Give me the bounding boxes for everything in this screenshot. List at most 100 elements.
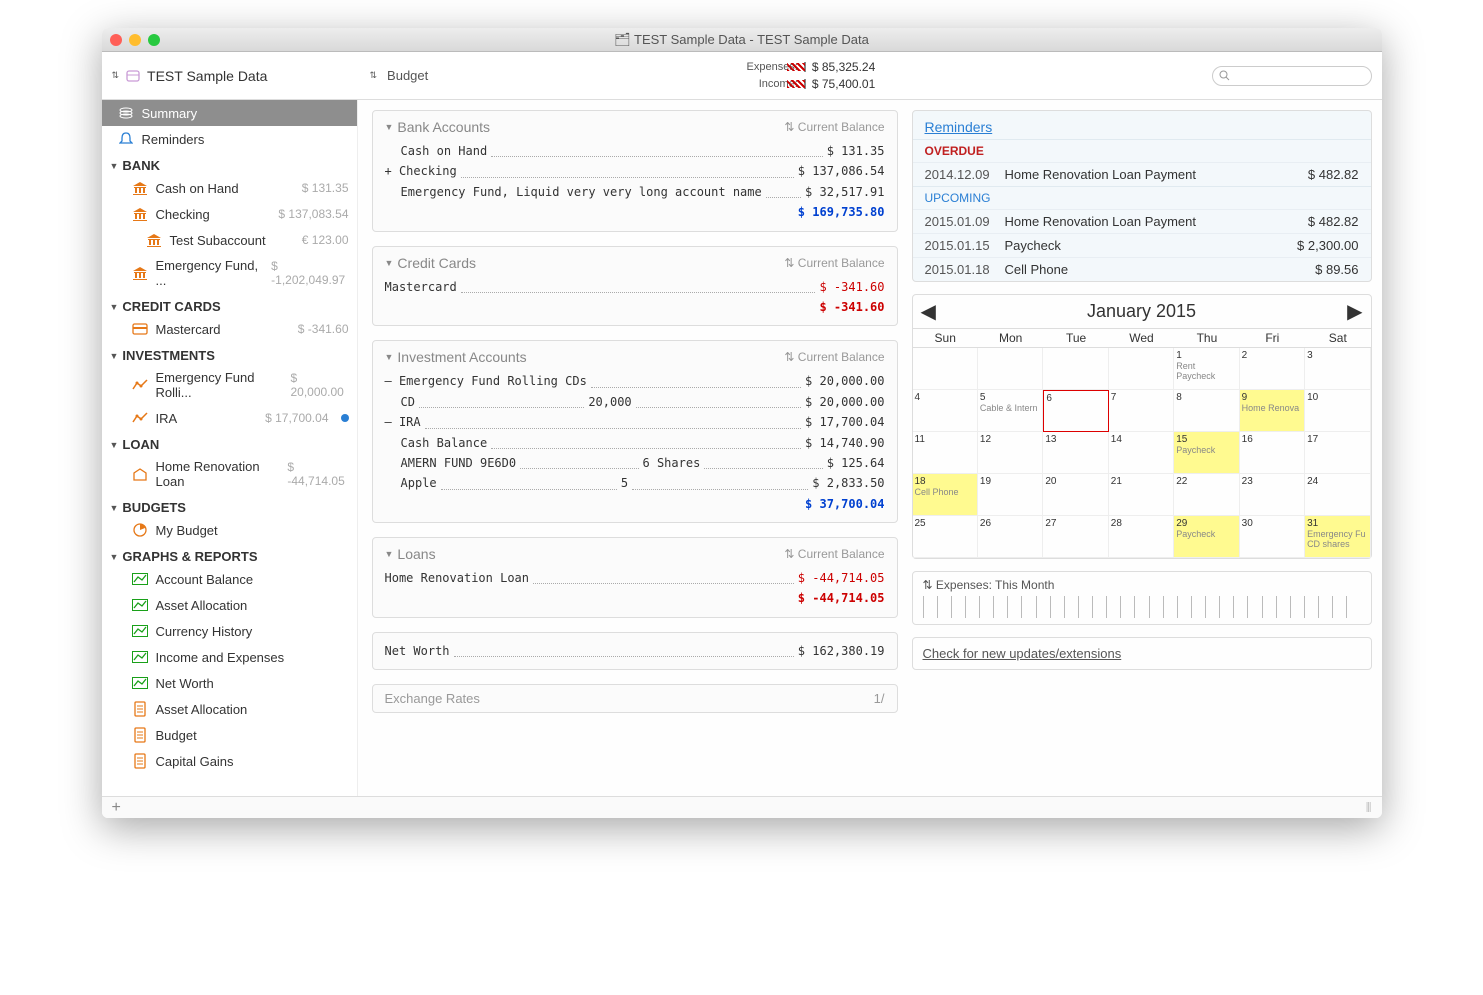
source-sort-icon[interactable]: ⇅ [112,70,120,81]
calendar-cell[interactable]: 15Paycheck [1174,432,1239,474]
collapse-icon[interactable]: ▼ [385,352,394,362]
calendar-cell[interactable]: 24 [1305,474,1370,516]
calendar-cell[interactable]: 3 [1305,348,1370,390]
collapse-icon[interactable]: ▼ [385,549,394,559]
calendar-cell[interactable] [913,348,978,390]
sidebar-loan-header[interactable]: ▼LOAN [102,431,357,454]
search-input[interactable] [1212,66,1372,86]
item-label: Checking [156,207,210,222]
sidebar-item[interactable]: Mastercard$ -341.60 [102,316,357,342]
income-bar[interactable] [804,79,806,89]
account-row[interactable]: + Checking$ 137,086.54 [385,161,885,181]
sidebar-item[interactable]: Cash on Hand$ 131.35 [102,175,357,201]
calendar-cell[interactable]: 2 [1240,348,1305,390]
sidebar-report[interactable]: Asset Allocation [102,592,357,618]
calendar-cell[interactable]: 19 [978,474,1043,516]
calendar-cell[interactable]: 29Paycheck [1174,516,1239,558]
reminder-row[interactable]: 2014.12.09Home Renovation Loan Payment$ … [913,162,1371,186]
sidebar-item[interactable]: Test Subaccount€ 123.00 [102,227,357,253]
sidebar-budgets-header[interactable]: ▼BUDGETS [102,494,357,517]
calendar-cell[interactable]: 9Home Renova [1240,390,1305,432]
account-row[interactable]: Emergency Fund, Liquid very very long ac… [385,182,885,202]
calendar-cell[interactable]: 13 [1043,432,1108,474]
calendar-cell[interactable]: 16 [1240,432,1305,474]
calendar-cell[interactable]: 18Cell Phone [913,474,978,516]
account-row[interactable]: CD20,000$ 20,000.00 [385,392,885,412]
budget-sort-icon[interactable]: ⇅ [370,70,378,81]
add-button[interactable]: + [112,799,121,817]
calendar-cell[interactable]: 23 [1240,474,1305,516]
sidebar-item[interactable]: Checking$ 137,083.54 [102,201,357,227]
calendar-cell[interactable]: 8 [1174,390,1239,432]
sidebar-item[interactable]: Emergency Fund, ...$ -1,202,049.97 [102,253,357,293]
sidebar-item[interactable]: My Budget [102,517,357,543]
account-row[interactable]: — Emergency Fund Rolling CDs$ 20,000.00 [385,371,885,391]
account-row[interactable]: Apple5$ 2,833.50 [385,473,885,493]
status-dot [341,414,349,422]
chevron-down-icon: ▼ [110,302,119,312]
account-row[interactable]: Mastercard$ -341.60 [385,277,885,297]
calendar-cell[interactable]: 27 [1043,516,1108,558]
calendar-cell[interactable]: 31Emergency FuCD shares [1305,516,1370,558]
sidebar-reminders[interactable]: Reminders [102,126,357,152]
calendar-cell[interactable]: 6 [1043,390,1108,432]
inv-icon [132,410,148,426]
sidebar-summary[interactable]: Summary [102,100,357,126]
calendar-cell[interactable] [1043,348,1108,390]
item-amount: $ 17,700.04 [265,411,328,425]
sidebar-cc-header[interactable]: ▼CREDIT CARDS [102,293,357,316]
sidebar-report[interactable]: Capital Gains [102,748,357,774]
sidebar-report[interactable]: Currency History [102,618,357,644]
calendar-cell[interactable]: 4 [913,390,978,432]
calendar-cell[interactable]: 5Cable & Intern [978,390,1043,432]
calendar-cell[interactable]: 10 [1305,390,1370,432]
calendar-cell[interactable]: 1RentPaycheck [1174,348,1239,390]
sidebar-report[interactable]: Asset Allocation [102,696,357,722]
sidebar-report[interactable]: Income and Expenses [102,644,357,670]
calendar-cell[interactable] [978,348,1043,390]
sidebar-bank-header[interactable]: ▼BANK [102,152,357,175]
calendar-cell[interactable]: 26 [978,516,1043,558]
account-row[interactable]: Cash on Hand$ 131.35 [385,141,885,161]
sidebar-inv-header[interactable]: ▼INVESTMENTS [102,342,357,365]
item-amount: $ 131.35 [302,181,349,195]
account-row[interactable]: Cash Balance$ 14,740.90 [385,433,885,453]
item-label: Emergency Fund, ... [156,258,264,288]
calendar-cell[interactable]: 28 [1109,516,1174,558]
calendar-cell[interactable]: 14 [1109,432,1174,474]
reminders-title[interactable]: Reminders [913,111,1371,139]
calendar-cell[interactable]: 25 [913,516,978,558]
budget-label[interactable]: Budget [387,68,428,83]
calendar-cell[interactable]: 22 [1174,474,1239,516]
expenses-bar[interactable] [804,62,806,72]
sidebar-item[interactable]: IRA$ 17,700.04 [102,405,357,431]
calendar-cell[interactable]: 7 [1109,390,1174,432]
collapse-icon[interactable]: ▼ [385,258,394,268]
sidebar-item[interactable]: Home Renovation Loan$ -44,714.05 [102,454,357,494]
account-row[interactable]: Home Renovation Loan$ -44,714.05 [385,568,885,588]
calendar-cell[interactable]: 30 [1240,516,1305,558]
sidebar-report[interactable]: Account Balance [102,566,357,592]
calendar-cell[interactable]: 17 [1305,432,1370,474]
calendar-cell[interactable]: 11 [913,432,978,474]
overdue-header: OVERDUE [913,139,1371,162]
reminder-row[interactable]: 2015.01.09Home Renovation Loan Payment$ … [913,209,1371,233]
collapse-icon[interactable]: ▼ [385,122,394,132]
calendar-prev[interactable]: ◀ [921,299,936,324]
account-row[interactable]: — IRA$ 17,700.04 [385,412,885,432]
account-row[interactable]: AMERN FUND 9E6D06 Shares$ 125.64 [385,453,885,473]
sidebar-report[interactable]: Net Worth [102,670,357,696]
sidebar-report[interactable]: Budget [102,722,357,748]
check-updates-link[interactable]: Check for new updates/extensions [912,637,1372,670]
calendar-cell[interactable]: 21 [1109,474,1174,516]
calendar-cell[interactable]: 12 [978,432,1043,474]
calendar-next[interactable]: ▶ [1347,299,1362,324]
calendar-cell[interactable] [1109,348,1174,390]
source-name[interactable]: TEST Sample Data [147,68,267,84]
sidebar-item[interactable]: Emergency Fund Rolli...$ 20,000.00 [102,365,357,405]
calendar-cell[interactable]: 20 [1043,474,1108,516]
bank-icon [132,265,148,281]
reminder-row[interactable]: 2015.01.18Cell Phone$ 89.56 [913,257,1371,281]
sidebar-reports-header[interactable]: ▼GRAPHS & REPORTS [102,543,357,566]
reminder-row[interactable]: 2015.01.15Paycheck$ 2,300.00 [913,233,1371,257]
